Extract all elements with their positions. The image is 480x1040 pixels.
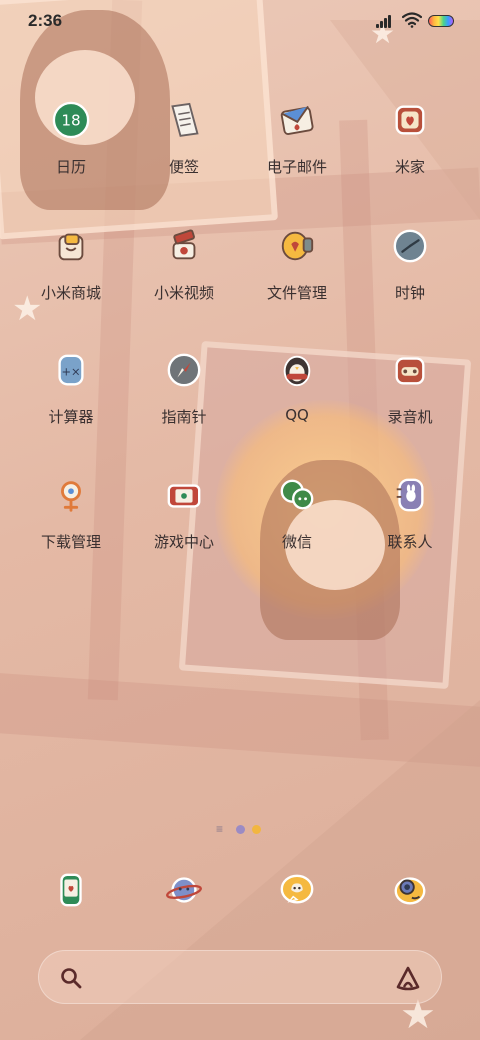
app-label: 日历: [55, 158, 86, 176]
mijia-home-icon: [388, 98, 432, 142]
penguin-icon: [275, 348, 319, 392]
app-mi-store[interactable]: 小米商城: [16, 224, 126, 303]
app-label: 便签: [168, 158, 199, 176]
recorder-icon: [388, 348, 432, 392]
app-file-manager[interactable]: 文件管理: [242, 224, 352, 303]
app-notes[interactable]: 便签: [129, 98, 239, 177]
app-recorder[interactable]: 录音机: [355, 348, 465, 427]
search-bar[interactable]: [38, 950, 442, 1004]
app-label: 微信: [281, 533, 312, 551]
app-contacts[interactable]: 联系人: [355, 473, 465, 552]
battery-icon: [428, 15, 454, 27]
voice-assistant-icon[interactable]: [393, 963, 423, 993]
calculator-icon: +×: [49, 348, 93, 392]
app-label: 游戏中心: [153, 533, 214, 551]
app-download-manager[interactable]: 下载管理: [16, 473, 126, 552]
app-calculator[interactable]: +× 计算器: [16, 348, 126, 427]
app-label: 录音机: [387, 408, 433, 426]
app-email[interactable]: 电子邮件: [242, 98, 352, 177]
page-dot-1[interactable]: [236, 825, 245, 834]
app-qq[interactable]: QQ: [242, 348, 352, 424]
app-label: 联系人: [387, 533, 433, 551]
app-label: 电子邮件: [266, 158, 327, 176]
status-time: 2:36: [28, 11, 63, 30]
app-game-center[interactable]: 游戏中心: [129, 473, 239, 552]
app-label: QQ: [285, 406, 309, 424]
download-icon: [49, 473, 93, 517]
video-camera-icon: [162, 224, 206, 268]
app-mijia[interactable]: 米家: [355, 98, 465, 177]
dock: [0, 864, 480, 924]
page-indicator-list-icon: ≡: [216, 822, 224, 836]
app-label: 小米商城: [40, 284, 101, 302]
app-label: 指南针: [161, 408, 207, 426]
app-label: 米家: [394, 158, 425, 176]
status-bar: 2:36: [0, 0, 480, 42]
notes-icon: [162, 98, 206, 142]
app-mi-video[interactable]: 小米视频: [129, 224, 239, 303]
app-label: 下载管理: [40, 533, 101, 551]
game-console-icon: [162, 473, 206, 517]
app-calendar[interactable]: 18 日历: [16, 98, 126, 177]
contacts-icon: [388, 473, 432, 517]
shopping-bag-icon: [49, 224, 93, 268]
page-dot-2[interactable]: [252, 825, 261, 834]
planet-icon[interactable]: [162, 868, 206, 912]
cat-message-icon[interactable]: [275, 868, 319, 912]
app-compass[interactable]: 指南针: [129, 348, 239, 427]
compass-icon: [162, 348, 206, 392]
clock-icon: [388, 224, 432, 268]
app-label: 计算器: [48, 408, 94, 426]
app-label: 小米视频: [153, 284, 214, 302]
chat-bubbles-icon: [275, 473, 319, 517]
search-icon[interactable]: [59, 966, 83, 990]
wifi-icon: [402, 12, 422, 28]
app-clock[interactable]: 时钟: [355, 224, 465, 303]
calendar-icon: 18: [49, 98, 93, 142]
page-indicator[interactable]: ≡: [216, 823, 264, 835]
calendar-date: 18: [61, 112, 80, 130]
folder-icon: [275, 224, 319, 268]
app-label: 文件管理: [266, 284, 327, 302]
phone-icon[interactable]: [49, 868, 93, 912]
camera-icon[interactable]: [388, 868, 432, 912]
svg-text:+×: +×: [61, 365, 80, 379]
email-icon: [275, 98, 319, 142]
app-label: 时钟: [394, 284, 425, 302]
cellular-signal-icon: [376, 14, 396, 28]
app-wechat[interactable]: 微信: [242, 473, 352, 552]
